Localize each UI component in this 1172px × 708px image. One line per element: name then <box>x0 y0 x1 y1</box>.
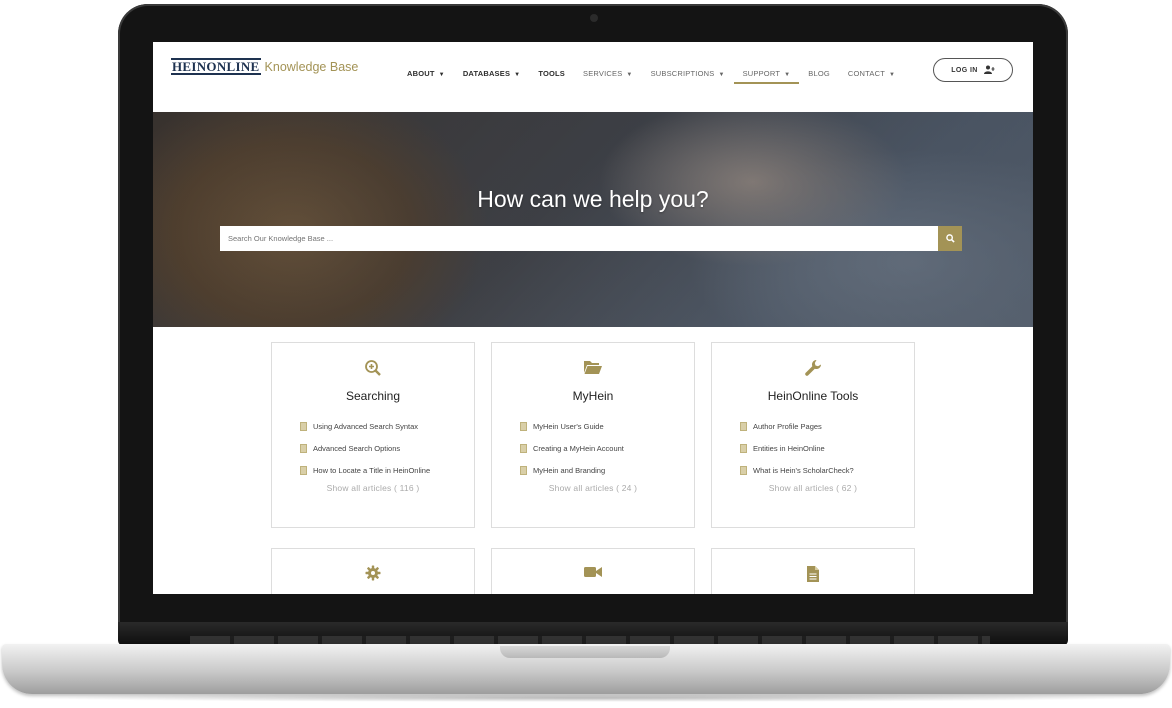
document-icon <box>300 444 307 453</box>
category-card[interactable] <box>711 548 915 594</box>
wrench-icon <box>712 359 914 382</box>
document-icon <box>300 422 307 431</box>
article-link[interactable]: MyHein User's Guide <box>520 421 624 443</box>
logo-mark: HEINONLINE <box>171 58 261 75</box>
article-link[interactable]: Using Advanced Search Syntax <box>300 421 430 443</box>
show-all-articles-link[interactable]: Show all articles ( 24 ) <box>492 483 694 493</box>
search-input[interactable] <box>220 226 938 251</box>
nav-item-subscriptions[interactable]: SUBSCRIPTIONS ▼ <box>642 64 734 84</box>
document-icon <box>740 444 747 453</box>
site-header: HEINONLINE Knowledge Base ABOUT ▼ DATABAS… <box>153 42 1033 112</box>
category-card-heinonline-tools[interactable]: HeinOnline Tools Author Profile Pages En… <box>711 342 915 528</box>
chevron-down-icon: ▼ <box>889 72 896 78</box>
hero-banner: How can we help you? <box>153 112 1033 327</box>
site-logo[interactable]: HEINONLINE Knowledge Base <box>171 58 358 75</box>
keyboard-edge <box>190 636 990 644</box>
document-icon <box>520 422 527 431</box>
login-button[interactable]: LOG IN <box>933 58 1013 82</box>
laptop-mockup: HEINONLINE Knowledge Base ABOUT ▼ DATABAS… <box>0 0 1172 708</box>
chevron-down-icon: ▼ <box>514 72 521 78</box>
category-card[interactable] <box>271 548 475 594</box>
knowledge-base-search <box>220 226 962 251</box>
nav-item-blog[interactable]: BLOG <box>799 64 839 84</box>
login-label: LOG IN <box>951 66 978 74</box>
category-card-searching[interactable]: Searching Using Advanced Search Syntax A… <box>271 342 475 528</box>
nav-item-support[interactable]: SUPPORT ▼ <box>733 64 800 84</box>
hero-title: How can we help you? <box>477 186 709 212</box>
user-icon <box>983 65 995 76</box>
card-title: HeinOnline Tools <box>767 389 859 403</box>
article-link[interactable]: Creating a MyHein Account <box>520 443 624 465</box>
document-icon <box>300 466 307 475</box>
document-icon <box>740 466 747 475</box>
article-list: Using Advanced Search Syntax Advanced Se… <box>300 421 430 487</box>
folder-open-icon <box>492 359 694 380</box>
logo-text: Knowledge Base <box>264 59 359 74</box>
gear-icon <box>272 565 474 586</box>
chevron-down-icon: ▼ <box>784 72 791 78</box>
card-title: MyHein <box>572 389 614 403</box>
video-camera-icon <box>492 565 694 584</box>
category-card-myhein[interactable]: MyHein MyHein User's Guide Creating a My… <box>491 342 695 528</box>
nav-item-databases[interactable]: DATABASES ▼ <box>454 64 530 84</box>
nav-item-contact[interactable]: CONTACT ▼ <box>839 64 904 84</box>
zoom-in-icon <box>272 359 474 382</box>
show-all-articles-link[interactable]: Show all articles ( 62 ) <box>712 483 914 493</box>
category-card[interactable] <box>491 548 695 594</box>
document-icon <box>712 565 914 588</box>
nav-item-tools[interactable]: TOOLS <box>529 64 574 84</box>
browser-screen: HEINONLINE Knowledge Base ABOUT ▼ DATABAS… <box>153 42 1033 594</box>
nav-item-about[interactable]: ABOUT ▼ <box>398 64 454 84</box>
card-title: Searching <box>345 389 401 403</box>
article-list: MyHein User's Guide Creating a MyHein Ac… <box>520 421 624 487</box>
laptop-notch <box>500 646 670 658</box>
article-link[interactable]: Entities in HeinOnline <box>740 443 854 465</box>
show-all-articles-link[interactable]: Show all articles ( 116 ) <box>272 483 474 493</box>
webcam <box>590 14 598 22</box>
document-icon <box>740 422 747 431</box>
document-icon <box>520 466 527 475</box>
document-icon <box>520 444 527 453</box>
article-link[interactable]: Author Profile Pages <box>740 421 854 443</box>
article-link[interactable]: Advanced Search Options <box>300 443 430 465</box>
chevron-down-icon: ▼ <box>626 72 633 78</box>
nav-item-services[interactable]: SERVICES ▼ <box>574 64 642 84</box>
search-icon <box>945 234 955 243</box>
article-list: Author Profile Pages Entities in HeinOnl… <box>740 421 854 487</box>
main-menu: ABOUT ▼ DATABASES ▼ TOOLS SERVICES ▼ SUBSCR… <box>398 64 904 84</box>
laptop-shadow <box>20 694 1152 702</box>
chevron-down-icon: ▼ <box>438 72 445 78</box>
search-button[interactable] <box>938 226 962 251</box>
chevron-down-icon: ▼ <box>718 72 725 78</box>
